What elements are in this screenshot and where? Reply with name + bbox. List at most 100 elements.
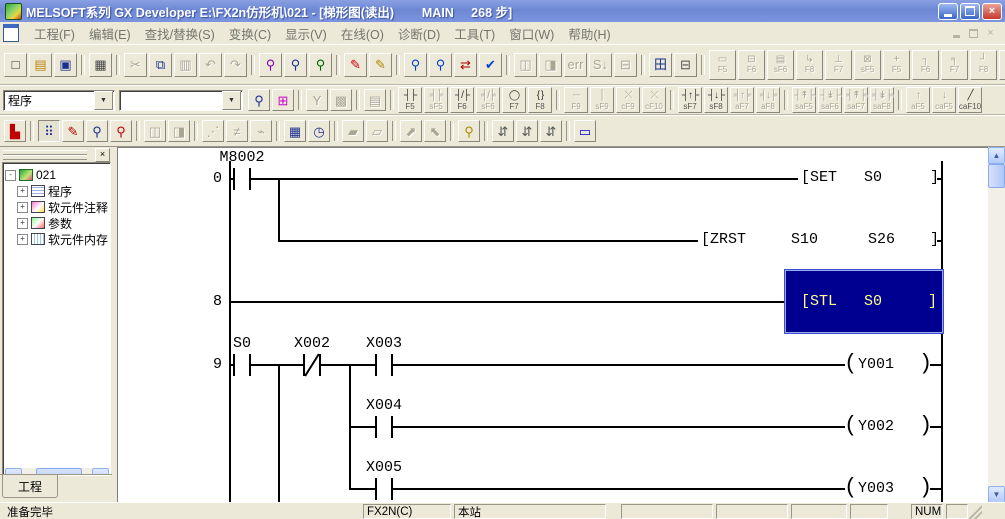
- menu-view[interactable]: 显示(V): [278, 22, 334, 45]
- coil-y002[interactable]: Y002: [858, 419, 894, 435]
- maximize-button[interactable]: [960, 3, 980, 20]
- tree-item-program[interactable]: + 程序: [5, 183, 110, 199]
- mdi-minimize-button[interactable]: [948, 26, 965, 40]
- panel-grip[interactable]: [3, 155, 87, 160]
- copy-button[interactable]: ⧉: [149, 53, 172, 77]
- mdi-close-button[interactable]: ×: [982, 26, 999, 40]
- tree-item-device-memory[interactable]: + 软元件内存: [5, 231, 110, 247]
- expand-icon[interactable]: +: [17, 186, 28, 197]
- instruction-zrst[interactable]: [ZRST: [701, 232, 746, 248]
- device-init-button[interactable]: ⊟: [674, 53, 697, 77]
- menu-window[interactable]: 窗口(W): [502, 22, 561, 45]
- view-toolbar: ▙⠿✎⚲⚲◫◨⋰≠⌁▦◷▰▱⬈⬉⚲⇵⇵⇵▭: [0, 115, 1005, 147]
- find-string-button[interactable]: ⚲: [309, 53, 332, 77]
- project-data-list-button[interactable]: ⠿: [38, 120, 60, 142]
- buffer-memory-button[interactable]: ◷: [308, 120, 330, 142]
- monitor-mode-button[interactable]: ⚲: [458, 120, 480, 142]
- save-button[interactable]: ▣: [54, 53, 77, 77]
- coil-y003[interactable]: Y003: [858, 481, 894, 497]
- expand-icon[interactable]: +: [17, 234, 28, 245]
- mdi-restore-button[interactable]: [965, 26, 982, 40]
- online-change-button[interactable]: ⇵: [540, 120, 562, 142]
- instruction-operand[interactable]: S26: [868, 232, 895, 248]
- menu-online[interactable]: 在线(O): [334, 22, 391, 45]
- application-instruction-button[interactable]: { }F8: [528, 87, 552, 113]
- instruction-stl[interactable]: [STL: [801, 294, 837, 310]
- minimize-button[interactable]: [938, 3, 958, 20]
- resize-grip[interactable]: [968, 505, 982, 519]
- coil-button[interactable]: ◯F7: [502, 87, 526, 113]
- menu-tools[interactable]: 工具(T): [447, 22, 502, 45]
- coil-y001[interactable]: Y001: [858, 357, 894, 373]
- scroll-up-icon[interactable]: ▲: [988, 147, 1005, 164]
- rising-pulse-button[interactable]: ┤↑├sF7: [678, 87, 702, 113]
- panel-header[interactable]: ×: [0, 147, 112, 161]
- combo-dropdown-icon[interactable]: ▼: [222, 91, 241, 110]
- tree-root-021[interactable]: - 021: [5, 167, 110, 183]
- close-button[interactable]: ×: [982, 3, 1002, 20]
- scroll-down-icon[interactable]: ▼: [988, 486, 1005, 503]
- expand-icon[interactable]: +: [17, 218, 28, 229]
- tree-item-device-comment[interactable]: + 软元件注释: [5, 199, 110, 215]
- menu-edit[interactable]: 编辑(E): [82, 22, 138, 45]
- wiring-f7-icon: ⊥: [834, 55, 843, 65]
- zoom-in-button[interactable]: ⚲: [429, 53, 452, 77]
- instruction-operand[interactable]: S10: [791, 232, 818, 248]
- comment-display-button[interactable]: ⚲: [248, 89, 270, 111]
- instruction-set[interactable]: [SET: [801, 170, 837, 186]
- menu-diagnostics[interactable]: 诊断(D): [391, 22, 447, 45]
- project-icon: [19, 169, 33, 181]
- ladder-wire: [349, 488, 376, 490]
- collapse-icon[interactable]: -: [5, 170, 16, 181]
- monitor-write-button[interactable]: ✎: [369, 53, 392, 77]
- child-window-icon[interactable]: [3, 24, 19, 42]
- combo-dropdown-icon[interactable]: ▼: [94, 91, 113, 110]
- program-type-combo[interactable]: 程序 ▼: [3, 90, 115, 111]
- open-contact-x004[interactable]: [375, 416, 393, 438]
- ladder-editor[interactable]: 0 M8002 [SET S0 ] [ZRST S10 S26 ] 8 [STL…: [117, 147, 988, 503]
- menu-convert[interactable]: 变换(C): [222, 22, 278, 45]
- scrollbar-thumb[interactable]: [988, 164, 1005, 188]
- open-contact-button[interactable]: ┤├F5: [398, 87, 422, 113]
- instruction-operand[interactable]: S0: [864, 294, 882, 310]
- find-device-2-button[interactable]: ⚲: [110, 120, 132, 142]
- open-contact-x005[interactable]: [375, 478, 393, 500]
- device-memory-button[interactable]: 田: [649, 53, 672, 77]
- tree-item-parameter[interactable]: + 参数: [5, 215, 110, 231]
- print-button[interactable]: ▦: [89, 53, 112, 77]
- ladder-vertical-scrollbar[interactable]: ▲ ▼: [988, 147, 1005, 503]
- open-contact-x003[interactable]: [375, 354, 393, 376]
- pc-transfer-button[interactable]: ⇄: [454, 53, 477, 77]
- batch-write-button[interactable]: ⇵: [516, 120, 538, 142]
- tab-project[interactable]: 工程: [2, 475, 58, 498]
- find-button[interactable]: ⚲: [259, 53, 282, 77]
- panel-close-button[interactable]: ×: [95, 148, 110, 162]
- menu-project[interactable]: 工程(F): [27, 22, 82, 45]
- display-screen-button[interactable]: ▭: [574, 120, 596, 142]
- menu-help[interactable]: 帮助(H): [561, 22, 617, 45]
- project-tree-toggle-button[interactable]: ⊞: [272, 89, 294, 111]
- device-batch-button[interactable]: ▦: [284, 120, 306, 142]
- expand-icon[interactable]: +: [17, 202, 28, 213]
- program-check-button[interactable]: ✔: [479, 53, 502, 77]
- open-button[interactable]: ▤: [29, 53, 52, 77]
- write-mode-button[interactable]: ✎: [344, 53, 367, 77]
- new-button[interactable]: □: [4, 53, 27, 77]
- device-search-combo[interactable]: ▼: [119, 90, 243, 111]
- write-during-run-button[interactable]: ⇵: [492, 120, 514, 142]
- function-key-label: sF8: [709, 102, 722, 111]
- instruction-operand[interactable]: S0: [864, 170, 882, 186]
- find-device-button[interactable]: ⚲: [284, 53, 307, 77]
- falling-pulse-button[interactable]: ┤↓├sF8: [704, 87, 728, 113]
- ladder-mode-button[interactable]: ▙: [4, 120, 26, 142]
- edit-data-button[interactable]: ✎: [62, 120, 84, 142]
- find-contact-coil-button[interactable]: ⚲: [86, 120, 108, 142]
- closed-contact-button[interactable]: ┤/├F6: [450, 87, 474, 113]
- open-contact-s0[interactable]: [233, 354, 251, 376]
- zoom-out-button[interactable]: ⚲: [404, 53, 427, 77]
- closed-contact-x002[interactable]: [303, 354, 321, 376]
- delete-line-button[interactable]: ╱caF10: [958, 87, 982, 113]
- parameter-icon: [31, 217, 45, 229]
- menu-find-replace[interactable]: 查找/替换(S): [138, 22, 222, 45]
- open-contact-m8002[interactable]: [233, 168, 251, 190]
